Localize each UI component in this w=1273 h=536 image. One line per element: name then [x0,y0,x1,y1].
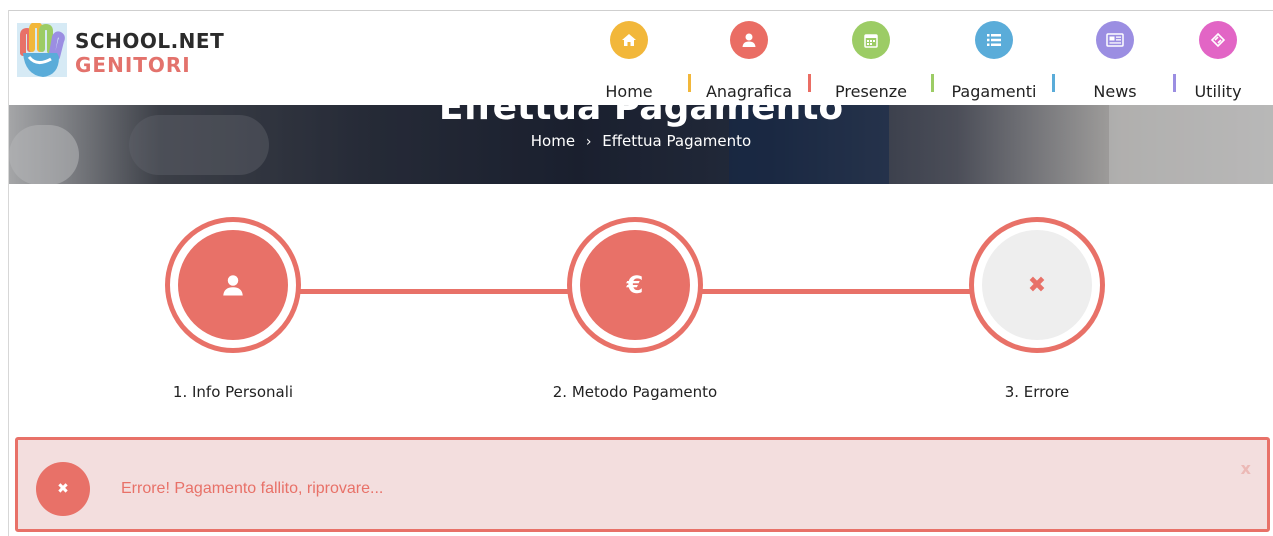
euro-icon: € [580,230,690,340]
nav-home-label: Home [605,82,653,101]
list-icon [975,21,1013,59]
breadcrumb: Home › Effettua Pagamento [9,132,1273,150]
step-2-label: 2. Metodo Pagamento [552,383,718,401]
nav-anagrafica[interactable]: Anagrafica [699,21,799,105]
nav-separator [688,74,691,92]
nav-utility-label: Utility [1194,82,1242,101]
nav-anagrafica-label: Anagrafica [705,82,793,101]
page-banner: Effettua Pagamento Home › Effettua Pagam… [9,105,1273,184]
nav-separator [1052,74,1055,92]
nav-presenze[interactable]: Presenze [821,21,921,105]
logo-subtitle: GENITORI [75,53,191,77]
nav-utility[interactable]: Utility [1168,21,1268,105]
nav-presenze-label: Presenze [835,82,907,101]
hand-logo-icon [17,23,67,77]
alert-message: Errore! Pagamento fallito, riprovare... [121,480,384,497]
page-title: Effettua Pagamento [438,105,844,128]
nav-pagamenti[interactable]: Pagamenti [944,21,1044,105]
error-alert: ✖ Errore! Pagamento fallito, riprovare..… [15,437,1270,532]
breadcrumb-chevron-icon: › [585,134,592,150]
logo[interactable]: SCHOOL.NET GENITORI [17,23,224,85]
step-2-circle: € [567,217,703,353]
alert-close-circle-icon: ✖ [36,462,90,516]
nav-pagamenti-label: Pagamenti [951,82,1037,101]
step-1-circle [165,217,301,353]
close-icon: ✖ [982,230,1092,340]
step-3-circle: ✖ [969,217,1105,353]
calendar-icon [852,21,890,59]
nav-separator [931,74,934,92]
newspaper-icon [1096,21,1134,59]
nav-news[interactable]: News [1065,21,1165,105]
nav-separator [808,74,811,92]
step-3-label: 3. Errore [1004,383,1070,401]
user-icon [178,230,288,340]
breadcrumb-home-link[interactable]: Home [531,132,575,150]
home-icon [610,21,648,59]
user-icon [730,21,768,59]
alert-dismiss-button[interactable]: x [1241,459,1251,478]
logo-title: SCHOOL.NET [75,29,225,53]
diamond-arrows-icon [1199,21,1237,59]
breadcrumb-current: Effettua Pagamento [602,132,752,150]
nav-news-label: News [1093,82,1137,101]
close-icon: ✖ [57,481,69,497]
step-connector [700,289,974,294]
site-header: SCHOOL.NET GENITORI Home Anagrafica Pres… [9,11,1273,105]
step-1-label: 1. Info Personali [172,383,294,401]
nav-home[interactable]: Home [579,21,679,105]
step-connector [298,289,574,294]
